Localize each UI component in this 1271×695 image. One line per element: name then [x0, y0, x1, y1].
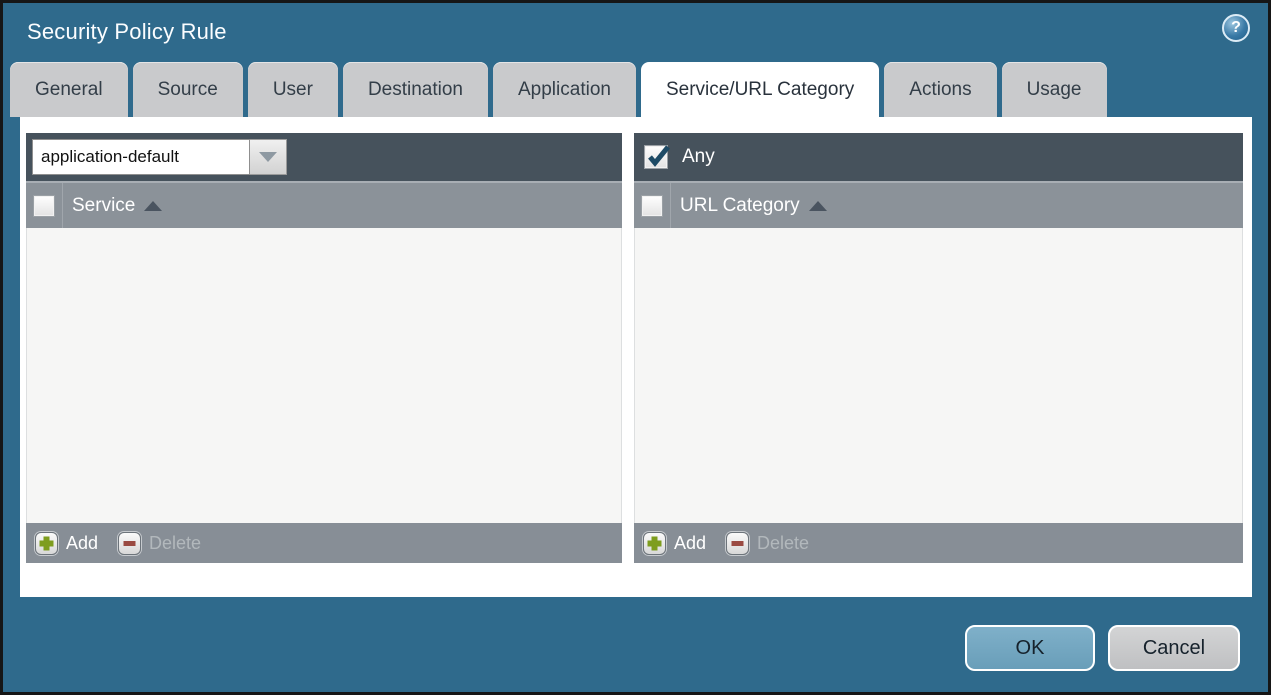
service-add-button[interactable]: Add: [35, 531, 98, 555]
url-category-add-button[interactable]: Add: [643, 531, 706, 555]
url-category-panel: Any URL Category Add Delete: [634, 133, 1243, 563]
any-row: Any: [640, 145, 715, 169]
tab-general[interactable]: General: [10, 62, 128, 117]
tab-service-url-category[interactable]: Service/URL Category: [640, 62, 880, 117]
tab-destination[interactable]: Destination: [342, 62, 488, 117]
checkmark-icon: [648, 145, 670, 167]
cancel-button[interactable]: Cancel: [1108, 625, 1240, 671]
any-checkbox[interactable]: [644, 145, 670, 169]
help-icon[interactable]: ?: [1222, 14, 1250, 42]
service-column-header: Service: [26, 181, 622, 228]
tab-content: Service Add Delete: [20, 117, 1252, 597]
tab-strip: General Source User Destination Applicat…: [3, 62, 1268, 117]
delete-minus-icon: [726, 531, 750, 555]
service-select-all-cell: [26, 183, 63, 228]
title-bar: Security Policy Rule ?: [3, 3, 1268, 62]
service-type-input[interactable]: [32, 139, 250, 175]
url-category-delete-button[interactable]: Delete: [726, 531, 809, 555]
url-category-toolbar: Any: [634, 133, 1243, 181]
add-plus-icon: [643, 531, 666, 555]
url-category-list-area: [634, 228, 1243, 523]
tab-application[interactable]: Application: [493, 62, 636, 117]
dialog-title: Security Policy Rule: [27, 19, 227, 44]
dialog-button-bar: OK Cancel: [3, 625, 1268, 671]
ok-button[interactable]: OK: [965, 625, 1095, 671]
service-column-label[interactable]: Service: [72, 195, 135, 217]
service-delete-button[interactable]: Delete: [118, 531, 201, 555]
service-panel-footer: Add Delete: [26, 523, 622, 563]
sort-ascending-icon: [808, 200, 827, 211]
url-category-panel-footer: Add Delete: [634, 523, 1243, 563]
service-type-combobox: [32, 139, 287, 175]
any-label: Any: [682, 146, 715, 167]
service-select-all-checkbox[interactable]: [33, 194, 55, 217]
url-category-select-all-cell: [634, 183, 671, 228]
delete-minus-icon: [118, 531, 142, 555]
service-list-area: [26, 228, 622, 523]
service-panel-toolbar: [26, 133, 622, 181]
tab-usage[interactable]: Usage: [1001, 62, 1107, 117]
tab-user[interactable]: User: [247, 62, 338, 117]
chevron-down-icon: [259, 152, 277, 162]
url-category-select-all-checkbox[interactable]: [641, 194, 663, 217]
sort-ascending-icon: [144, 200, 163, 211]
url-category-column-header: URL Category: [634, 181, 1243, 228]
tab-actions[interactable]: Actions: [884, 62, 997, 117]
security-policy-rule-dialog: Security Policy Rule ? General Source Us…: [0, 0, 1271, 695]
tab-source[interactable]: Source: [132, 62, 243, 117]
service-type-dropdown-button[interactable]: [250, 139, 287, 175]
add-plus-icon: [35, 531, 58, 555]
service-panel: Service Add Delete: [26, 133, 622, 563]
url-category-column-label[interactable]: URL Category: [680, 195, 800, 217]
